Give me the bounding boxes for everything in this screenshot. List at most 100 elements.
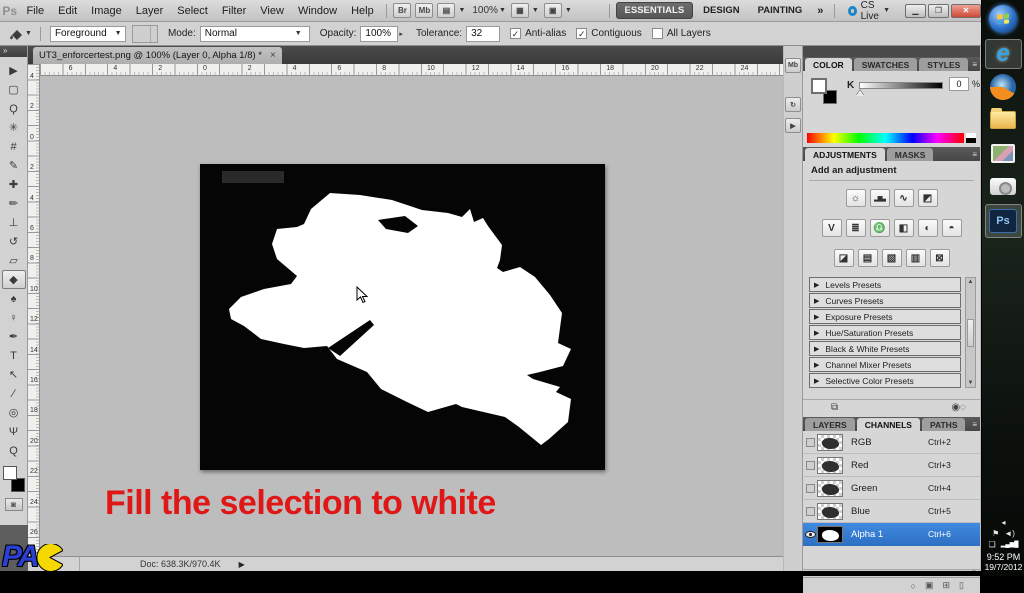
menu-view[interactable]: View — [253, 1, 291, 21]
expanded-view-button[interactable]: ⧉ — [831, 402, 838, 413]
chevron-down-icon[interactable]: ▼ — [565, 7, 572, 14]
minimize-button[interactable]: ▁ — [905, 4, 926, 18]
tab-color-swatches[interactable]: SWATCHES — [854, 58, 918, 71]
canvas-area[interactable]: Fill the selection to white 642024681012… — [28, 64, 783, 556]
tab-ch-paths[interactable]: PATHS — [922, 418, 966, 431]
adjustment-selective-color-icon[interactable]: ⊠ — [930, 249, 950, 267]
dock-collapse-button[interactable]: » — [0, 46, 27, 57]
adjustment-gradient-map-icon[interactable]: ▥ — [906, 249, 926, 267]
save-selection-button[interactable]: ▣ — [925, 580, 934, 591]
expand-triangle-icon[interactable]: ▶ — [814, 361, 819, 369]
volume-icon[interactable]: ◄) — [1004, 529, 1015, 538]
network-icon[interactable]: ▂▄▆█ — [1001, 541, 1019, 548]
visibility-toggle[interactable] — [803, 461, 817, 470]
channel-thumbnail[interactable] — [817, 503, 843, 520]
adjustment-exposure-icon[interactable]: ◩ — [918, 189, 938, 207]
channel-row-blue[interactable]: BlueCtrl+5 — [803, 500, 980, 523]
tool-quick-selection[interactable]: ✳ — [2, 118, 26, 137]
channel-row-green[interactable]: GreenCtrl+4 — [803, 477, 980, 500]
adjustment-black-white-icon[interactable]: ◧ — [894, 219, 914, 237]
workspace-essentials[interactable]: ESSENTIALS — [616, 2, 694, 19]
expand-triangle-icon[interactable]: ▶ — [814, 377, 819, 385]
preset-levels-presets[interactable]: ▶Levels Presets — [809, 277, 961, 292]
screen-mode-icon[interactable]: ▣ — [544, 3, 562, 18]
launch-bridge-button[interactable]: Br — [393, 3, 411, 18]
taskbar-explorer[interactable] — [985, 105, 1022, 135]
channel-thumbnail[interactable] — [817, 480, 843, 497]
channel-thumbnail[interactable] — [817, 526, 843, 543]
adjustment-brightness-contrast-icon[interactable]: ☼ — [846, 189, 866, 207]
restore-button[interactable]: ❐ — [928, 4, 949, 18]
adjustment-photo-filter-icon[interactable]: ◐ — [918, 219, 938, 237]
tolerance-field[interactable]: 32 — [466, 26, 500, 42]
history-panel-icon[interactable]: ↻ — [785, 97, 801, 112]
checkbox-anti-alias[interactable]: ✓Anti-alias — [510, 28, 566, 39]
tool-preset-picker[interactable]: ▼ — [8, 27, 35, 41]
view-extras-icon[interactable]: ▤ — [437, 3, 455, 18]
zoom-level-field[interactable]: 100% — [472, 5, 498, 16]
visibility-eye-icon[interactable] — [803, 531, 817, 538]
menu-layer[interactable]: Layer — [129, 1, 171, 21]
tool-blur[interactable]: ♠ — [2, 289, 26, 308]
tool-crop[interactable]: # — [2, 137, 26, 156]
checkbox-box[interactable] — [652, 28, 663, 39]
hidden-icons-button[interactable]: ◂ — [1001, 518, 1005, 527]
tool-eraser[interactable]: ▱ — [2, 251, 26, 270]
panel-menu-icon[interactable]: ≡ — [972, 60, 977, 69]
tab-ch-channels[interactable]: CHANNELS — [857, 418, 920, 431]
adjustment-channel-mixer-icon[interactable]: ◓ — [942, 219, 962, 237]
visibility-toggle[interactable] — [803, 484, 817, 493]
tool-type[interactable]: T — [2, 346, 26, 365]
start-button[interactable] — [989, 5, 1017, 33]
tool-move[interactable]: ▶ — [2, 61, 26, 80]
preset-selective-color-presets[interactable]: ▶Selective Color Presets — [809, 373, 961, 388]
panel-menu-icon[interactable]: ≡ — [972, 150, 977, 159]
power-icon[interactable]: ❏ — [989, 540, 996, 549]
launch-mini-bridge-button[interactable]: Mb — [415, 3, 433, 18]
checkbox-all-layers[interactable]: All Layers — [652, 28, 711, 39]
menu-file[interactable]: File — [19, 1, 51, 21]
document-tab[interactable]: UT3_enforcertest.png @ 100% (Layer 0, Al… — [33, 47, 282, 64]
checkbox-box[interactable]: ✓ — [576, 28, 587, 39]
checkbox-box[interactable]: ✓ — [510, 28, 521, 39]
clock-date[interactable]: 19/7/2012 — [982, 562, 1024, 572]
tool-rectangular-marquee[interactable]: ▢ — [2, 80, 26, 99]
adjustment-invert-icon[interactable]: ◪ — [834, 249, 854, 267]
menu-edit[interactable]: Edit — [51, 1, 84, 21]
chevron-down-icon[interactable]: ▼ — [458, 7, 465, 14]
tool-rotate-view[interactable]: ◎ — [2, 403, 26, 422]
presets-scrollbar[interactable]: ▲▼ — [965, 277, 976, 388]
workspace-design[interactable]: DESIGN — [695, 3, 747, 18]
tool-spot-healing-brush[interactable]: ✚ — [2, 175, 26, 194]
chevron-down-icon[interactable]: ▼ — [532, 7, 539, 14]
foreground-background-swatches[interactable] — [2, 466, 26, 492]
preset-curves-presets[interactable]: ▶Curves Presets — [809, 293, 961, 308]
visibility-toggle[interactable] — [803, 507, 817, 516]
taskbar-camera-app[interactable] — [985, 171, 1022, 201]
tool-line[interactable]: ∕ — [2, 384, 26, 403]
chevron-down-icon[interactable]: ▼ — [499, 7, 506, 14]
adjustment-curves-icon[interactable]: ∿ — [894, 189, 914, 207]
load-selection-button[interactable]: ○ — [911, 581, 916, 591]
foreground-color-swatch[interactable] — [3, 466, 17, 480]
tool-brush[interactable]: ✏ — [2, 194, 26, 213]
tool-path-selection[interactable]: ↖ — [2, 365, 26, 384]
tab-adj-masks[interactable]: MASKS — [887, 148, 934, 161]
workspace-overflow-button[interactable]: » — [817, 5, 823, 17]
k-value-field[interactable]: 0 — [949, 77, 969, 91]
clip-to-layer-button[interactable]: ◉◌ — [951, 402, 966, 413]
adjustment-color-balance-icon[interactable]: ♎ — [870, 219, 890, 237]
adjustment-hue-saturation-icon[interactable]: ≣ — [846, 219, 866, 237]
tool-pen[interactable]: ✒ — [2, 327, 26, 346]
opacity-field[interactable]: 100% — [360, 26, 398, 42]
channel-row-alpha-1[interactable]: Alpha 1Ctrl+6 — [803, 523, 980, 546]
background-color-swatch[interactable] — [11, 478, 25, 492]
menu-image[interactable]: Image — [84, 1, 129, 21]
k-slider-marker[interactable] — [856, 90, 864, 96]
mode-dropdown[interactable]: Normal▼ — [200, 26, 310, 42]
panel-menu-icon[interactable]: ≡ — [972, 420, 977, 429]
channel-row-red[interactable]: RedCtrl+3 — [803, 454, 980, 477]
checkbox-contiguous[interactable]: ✓Contiguous — [576, 28, 642, 39]
tab-color-color[interactable]: COLOR — [805, 58, 852, 71]
menu-filter[interactable]: Filter — [215, 1, 253, 21]
